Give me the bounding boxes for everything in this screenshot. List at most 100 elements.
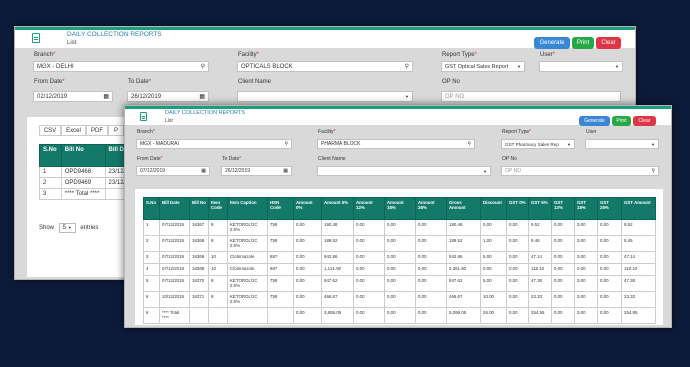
back-to-date-value: 26/12/2019: [131, 94, 162, 100]
back-branch-label-text: Branch: [34, 52, 54, 58]
calendar-icon[interactable]: ▦: [283, 167, 288, 175]
back-print-button[interactable]: Print: [572, 37, 594, 49]
back-export-tabs: CSV Excel PDF P: [39, 125, 124, 136]
front-client-name-select[interactable]: ▼: [317, 166, 491, 176]
front-clear-button[interactable]: Clear: [633, 116, 656, 126]
table-cell: 0.00: [415, 275, 447, 292]
search-icon[interactable]: ⚲: [201, 62, 205, 71]
table-cell: 9: [208, 235, 228, 252]
csv-tab[interactable]: CSV: [39, 125, 61, 136]
table-cell: 9.52: [621, 219, 656, 236]
table-cell: [189, 307, 209, 324]
table-cell: 9.52: [528, 219, 552, 236]
table-row: 6 **** Total **** 0.00 3,659.05 0.00 0.00 0.00…: [143, 307, 656, 324]
front-to-date-value: 26/12/2019: [225, 168, 251, 174]
caret-down-icon: ▼: [615, 64, 619, 69]
table-cell: 07/12/2019: [159, 235, 190, 252]
calendar-icon[interactable]: ▦: [201, 167, 206, 175]
table-cell: 0.00: [551, 219, 575, 236]
table-cell: OPD9468: [60, 166, 106, 178]
back-facility-value: OPTICALS BLOCK: [241, 64, 293, 70]
front-branch-field[interactable]: MGX - MADURAI ⚲: [136, 139, 292, 149]
front-facility-field[interactable]: PHARMA BLOCK ⚲: [317, 139, 475, 149]
table-cell: 0.00: [293, 291, 322, 308]
entries-label: entries: [80, 225, 99, 231]
page-size-select[interactable]: 5 ▼: [58, 223, 76, 233]
table-cell: 0.00: [415, 307, 447, 324]
table-row: 2 OPD9469 23/12/2: [39, 177, 135, 189]
calendar-icon[interactable]: ▦: [103, 92, 109, 101]
table-cell: 0.00: [597, 251, 622, 264]
front-branch-value: MGX - MADURAI: [140, 141, 179, 147]
table-cell: 2,361.90: [446, 263, 481, 276]
front-from-date-label: From Date*: [137, 156, 163, 162]
table-cell: 2: [143, 235, 160, 252]
search-icon[interactable]: ⚲: [284, 140, 288, 148]
back-clear-button[interactable]: Clear: [596, 37, 621, 49]
table-cell: 3,659.05: [321, 307, 354, 324]
search-icon[interactable]: ⚲: [651, 167, 655, 175]
front-print-button[interactable]: Print: [612, 116, 631, 126]
table-cell: 0.00: [574, 219, 598, 236]
front-report-window: DAILY COLLECTION REPORTS List Generate P…: [124, 105, 672, 328]
column-header: GST 28%: [597, 197, 622, 220]
back-from-date-label: From Date*: [34, 79, 65, 85]
column-header: Bill No: [60, 144, 106, 167]
back-client-name-select[interactable]: ▼: [237, 91, 413, 102]
front-branch-label: Branch*: [137, 129, 155, 135]
front-report-type-value: GST Pharmacy Sales Rep: [505, 142, 559, 147]
back-from-date-field[interactable]: 02/12/2019 ▦: [33, 91, 113, 102]
table-cell: 47.14: [621, 251, 656, 264]
front-generate-button[interactable]: Generate: [579, 116, 610, 126]
table-cell: **** Total ****: [159, 307, 190, 324]
back-user-label: User*: [540, 52, 556, 58]
table-cell: 0.00: [506, 291, 529, 308]
table-cell: 6: [143, 291, 160, 308]
table-cell: 0.00: [506, 235, 529, 252]
front-branch-label-text: Branch: [137, 129, 153, 135]
table-cell: 3: [39, 188, 62, 200]
table-cell: 16369: [189, 263, 209, 276]
back-facility-field[interactable]: OPTICALS BLOCK ⚲: [237, 61, 413, 72]
table-cell: 5,099.05: [446, 307, 481, 324]
column-header: Gross Amount: [446, 197, 481, 220]
table-cell: 0.00: [384, 263, 416, 276]
column-header: Amount 0%: [293, 197, 322, 220]
table-cell: 0.00: [415, 219, 447, 236]
table-cell: 0.00: [597, 291, 622, 308]
back-from-date-label-text: From Date: [34, 79, 63, 85]
back-op-no-placeholder: OP NO: [445, 94, 465, 100]
calendar-icon[interactable]: ▦: [199, 92, 205, 101]
table-cell: 10: [208, 263, 228, 276]
table-cell: 0.00: [574, 235, 598, 252]
column-header: Amount 12%: [353, 197, 385, 220]
table-cell: 0.00: [353, 235, 385, 252]
print-tab[interactable]: P: [108, 125, 124, 136]
table-cell: 0.00: [506, 307, 529, 324]
search-icon[interactable]: ⚲: [405, 62, 409, 71]
front-user-select[interactable]: ▼: [585, 139, 659, 149]
table-cell: 9.48: [528, 235, 552, 252]
back-report-type-select[interactable]: GST Optical Sales Report ▼: [441, 61, 525, 72]
back-generate-button[interactable]: Generate: [534, 37, 570, 49]
front-to-date-field[interactable]: 26/12/2019 ▦: [221, 166, 292, 176]
back-user-select[interactable]: ▼: [539, 61, 623, 72]
table-cell: 10/12/2019: [159, 291, 190, 308]
back-facility-label-text: Facility: [238, 52, 257, 58]
pdf-tab[interactable]: PDF: [86, 125, 108, 136]
table-header-row: S.No Bill No Bill Da: [39, 144, 135, 167]
table-cell: 466.67: [321, 291, 354, 308]
front-op-no-field[interactable]: OP NO ⚲: [501, 166, 659, 176]
column-header: Amount 18%: [384, 197, 416, 220]
document-icon: [32, 33, 40, 43]
front-from-date-field[interactable]: 07/12/2019 ▦: [136, 166, 210, 176]
table-cell: 0.00: [597, 263, 622, 276]
front-report-type-select[interactable]: GST Pharmacy Sales Rep ▼: [501, 139, 575, 149]
table-cell: 0.00: [415, 291, 447, 308]
excel-tab[interactable]: Excel: [61, 125, 86, 136]
back-op-no-field[interactable]: OP NO: [441, 91, 621, 102]
back-branch-field[interactable]: MGX - DELHI ⚲: [33, 61, 209, 72]
back-to-date-field[interactable]: 26/12/2019 ▦: [127, 91, 209, 102]
table-cell: 0.00: [551, 251, 575, 264]
search-icon[interactable]: ⚲: [467, 140, 471, 148]
